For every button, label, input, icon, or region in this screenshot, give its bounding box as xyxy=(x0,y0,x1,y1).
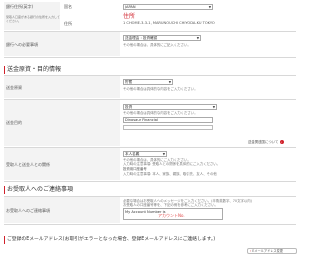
section-marker xyxy=(4,236,5,244)
message-note-2: お受取人の口座番号等を、下記の例を参考にご入力ください。 xyxy=(123,203,218,207)
relation-box-label: 投資用口座番号 xyxy=(123,167,147,171)
chevron-down-icon: ▼ xyxy=(196,36,199,40)
section-marker xyxy=(4,66,5,74)
divider xyxy=(4,57,296,58)
arrow-right-icon: › xyxy=(279,140,284,144)
divider xyxy=(4,224,296,225)
purpose-select[interactable]: 投資 ▼ xyxy=(123,104,217,110)
purpose-input-value: Dinosaur Financial xyxy=(125,118,158,122)
divider xyxy=(4,181,296,182)
other-info-label: 銀行への必要事項 xyxy=(6,42,38,47)
purpose-select-value: 投資 xyxy=(125,105,133,109)
bank-address-label: 銀行住所(英字) xyxy=(6,4,34,9)
source-note: その他の場合は具体的な内容をご入力ください。 xyxy=(123,87,198,91)
chevron-down-icon: ▼ xyxy=(208,5,211,9)
other-info-select-value: 送金理由 : 投資確認 xyxy=(125,36,158,40)
country-select[interactable]: JAPAN ▼ xyxy=(123,4,213,10)
email-change-label: Eメールアドレス変更 xyxy=(252,249,283,253)
source-label: 送金原資 xyxy=(6,85,22,90)
other-info-select[interactable]: 送金理由 : 投資確認 ▼ xyxy=(123,35,201,41)
email-section-title: ご登録のEメールアドレス(お取引がエラーとなった場合、登録Eメールアドレスにご連… xyxy=(4,236,215,244)
message-input[interactable]: My Account Number is アカウントNo. xyxy=(123,208,223,220)
other-info-note: その他の場合は、具体的にご記入ください。 xyxy=(123,43,191,47)
chevron-down-icon: ▼ xyxy=(168,80,171,84)
relation-note-2: 入力時の注意事項: 受取人との関係を具体的にご入力ください。 xyxy=(123,162,221,166)
relation-note-3: 入力時の注意事項: 本人、家族、親族、取引先、友人、その他 xyxy=(123,172,217,176)
section-marker xyxy=(4,186,5,194)
message-section-title-text: お受取人へのご連絡事項 xyxy=(7,186,74,194)
chevron-down-icon: ▼ xyxy=(212,105,215,109)
message-input-overlay: アカウントNo. xyxy=(158,213,185,218)
goods-link[interactable]: 送金関連国について › xyxy=(248,140,284,144)
message-section-title: お受取人へのご連絡事項 xyxy=(4,186,73,194)
country-select-value: JAPAN xyxy=(125,5,136,9)
purpose-section-title: 送金原資・目的情報 xyxy=(4,66,61,74)
relation-select-value: 本人名義 xyxy=(125,152,140,156)
purpose-extra-input[interactable] xyxy=(123,125,213,130)
email-change-button[interactable]: › Eメールアドレス変更 xyxy=(247,248,297,254)
address-value: 1 CHOME-3-3-1, MARUNOUCHI CHIYODA-KU TOK… xyxy=(123,21,215,25)
relation-select[interactable]: 本人名義 ▼ xyxy=(123,151,167,157)
purpose-section-title-text: 送金原資・目的情報 xyxy=(7,66,62,74)
email-section-title-text: ご登録のEメールアドレス(お取引がエラーとなった場合、登録Eメールアドレスにご連… xyxy=(7,237,216,243)
source-select[interactable]: 貯蓄 ▼ xyxy=(123,79,173,85)
country-label: 国名 xyxy=(64,4,72,9)
purpose-input[interactable]: Dinosaur Financial xyxy=(123,117,213,123)
message-label: お受取人へのご連絡事項 xyxy=(6,208,50,213)
purpose-note: その他の場合は具体的な内容をご入力ください。 xyxy=(123,111,198,115)
chevron-down-icon: ▼ xyxy=(162,152,165,156)
relation-label: 受取人と送金人との関係 xyxy=(6,162,50,167)
goods-link-label: 送金関連国について xyxy=(248,140,279,144)
address-label: 住所 xyxy=(64,21,72,26)
address-heading: 住所 xyxy=(123,13,136,20)
source-select-value: 貯蓄 xyxy=(125,80,133,84)
purpose-label: 送金目的 xyxy=(6,120,22,125)
bank-address-note: 受取人口座がある銀行の住所を入力してください。 xyxy=(6,15,60,23)
